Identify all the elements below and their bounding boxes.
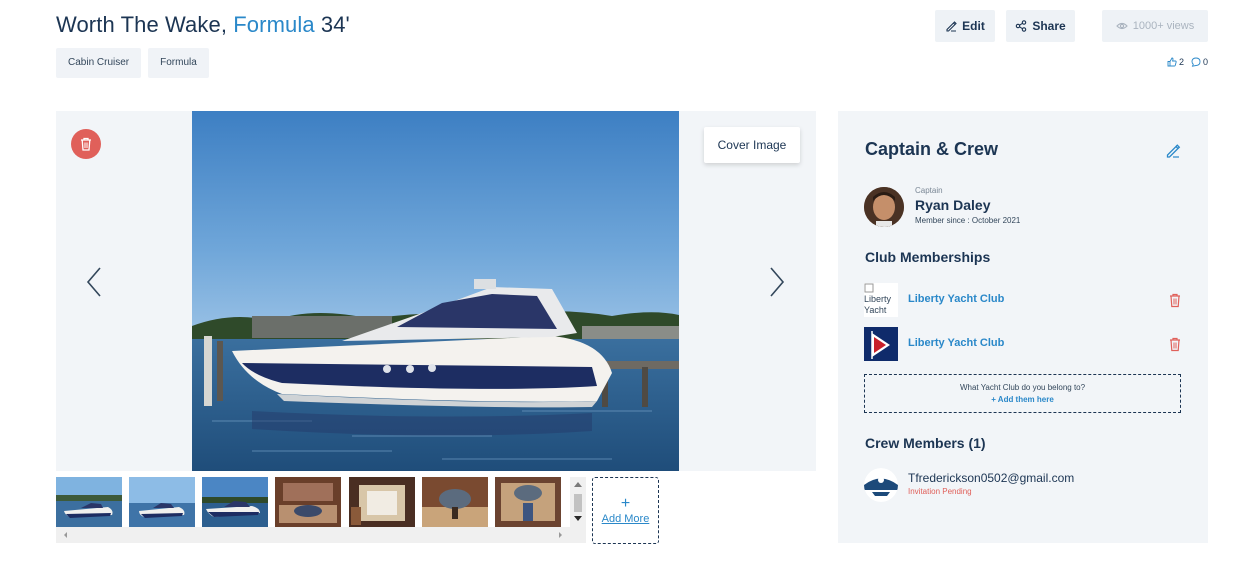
captain-crew-panel: Captain & Crew Captain Ryan Daley Member…: [838, 111, 1208, 543]
thumbnail-list: [56, 477, 570, 527]
thumbnail-7[interactable]: [495, 477, 561, 527]
trash-icon[interactable]: [1168, 292, 1182, 308]
add-more-photos-button[interactable]: + Add More: [592, 477, 659, 544]
likes-counter[interactable]: 2: [1167, 57, 1184, 67]
broken-image-icon: [864, 283, 874, 293]
chevron-left-icon[interactable]: [82, 264, 106, 300]
club-logo-broken: Liberty Yacht Club: [864, 283, 898, 317]
add-more-label: Add More: [601, 512, 650, 525]
thumbnail-3[interactable]: [202, 477, 268, 527]
tag-list: Cabin Cruiser Formula: [56, 48, 209, 78]
thumbnail-4[interactable]: [275, 477, 341, 527]
tag-boat-make[interactable]: Formula: [148, 48, 209, 78]
scroll-arrows: [64, 532, 562, 538]
trash-icon[interactable]: [1168, 336, 1182, 352]
title-length: 34': [314, 12, 350, 37]
club-name-link[interactable]: Liberty Yacht Club: [908, 293, 1004, 305]
comments-count: 0: [1202, 57, 1208, 67]
tag-boat-type[interactable]: Cabin Cruiser: [56, 48, 142, 78]
thumbnail-horizontal-scrollbar[interactable]: [56, 527, 570, 543]
thumbnail-6[interactable]: [422, 477, 488, 527]
page-title: Worth The Wake, Formula 34': [56, 12, 350, 38]
crew-avatar: [864, 468, 898, 502]
share-button-label: Share: [1032, 19, 1066, 33]
club-membership-row: Liberty Yacht Club Liberty Yacht Club: [864, 283, 1184, 317]
captain-role-label: Captain: [915, 186, 943, 195]
engagement-stats: 2 0: [1167, 57, 1208, 67]
club-membership-row: Liberty Yacht Club: [864, 327, 1184, 361]
comments-counter[interactable]: 0: [1191, 57, 1208, 67]
avatar[interactable]: [864, 187, 904, 227]
crew-members-heading: Crew Members (1): [865, 435, 986, 451]
title-boat-name: Worth The Wake,: [56, 12, 234, 37]
thumbnail-vertical-scrollbar[interactable]: [570, 477, 586, 543]
boat-detail-page: Worth The Wake, Formula 34' Cabin Cruise…: [0, 0, 1243, 567]
share-icon: [1016, 20, 1027, 32]
pencil-icon[interactable]: [1165, 143, 1181, 159]
thumbnail-5[interactable]: [349, 477, 415, 527]
add-club-link[interactable]: + Add them here: [865, 394, 1180, 406]
delete-photo-button[interactable]: [71, 129, 101, 159]
share-button[interactable]: Share: [1006, 10, 1075, 42]
club-logo-alt-text: Liberty Yacht Club: [864, 294, 892, 317]
crew-invitation-status: Invitation Pending: [908, 487, 972, 496]
eye-icon: [1115, 22, 1128, 30]
scrollbar-thumb[interactable]: [574, 494, 582, 512]
edit-button-label: Edit: [962, 19, 985, 33]
views-badge: 1000+ views: [1102, 10, 1208, 42]
add-club-question: What Yacht Club do you belong to?: [959, 383, 1086, 392]
trash-icon: [81, 137, 91, 151]
thumbnail-1[interactable]: [56, 477, 122, 527]
club-logo: [864, 327, 898, 361]
thumbnail-strip: [56, 477, 586, 543]
pencil-icon: [946, 21, 957, 32]
chevron-right-icon[interactable]: [765, 264, 789, 300]
cover-image-button[interactable]: Cover Image: [704, 127, 800, 163]
title-make-link[interactable]: Formula: [233, 12, 314, 37]
plus-icon: +: [620, 494, 631, 512]
views-count: 1000+ views: [1132, 20, 1195, 32]
crew-member-email: Tfrederickson0502@gmail.com: [908, 471, 1075, 485]
club-memberships-heading: Club Memberships: [865, 249, 991, 265]
thumbnail-2[interactable]: [129, 477, 195, 527]
main-boat-photo: [192, 111, 679, 471]
club-name-link[interactable]: Liberty Yacht Club: [908, 337, 1004, 349]
comment-icon: [1191, 57, 1201, 67]
photo-gallery: Cover Image: [56, 111, 816, 471]
captain-name[interactable]: Ryan Daley: [915, 197, 990, 213]
captain-member-since: Member since : October 2021: [915, 216, 1021, 225]
likes-count: 2: [1178, 57, 1184, 67]
thumbs-up-icon: [1167, 57, 1177, 67]
panel-title: Captain & Crew: [865, 139, 999, 159]
edit-button[interactable]: Edit: [935, 10, 995, 42]
add-club-prompt[interactable]: What Yacht Club do you belong to? + Add …: [864, 374, 1181, 413]
